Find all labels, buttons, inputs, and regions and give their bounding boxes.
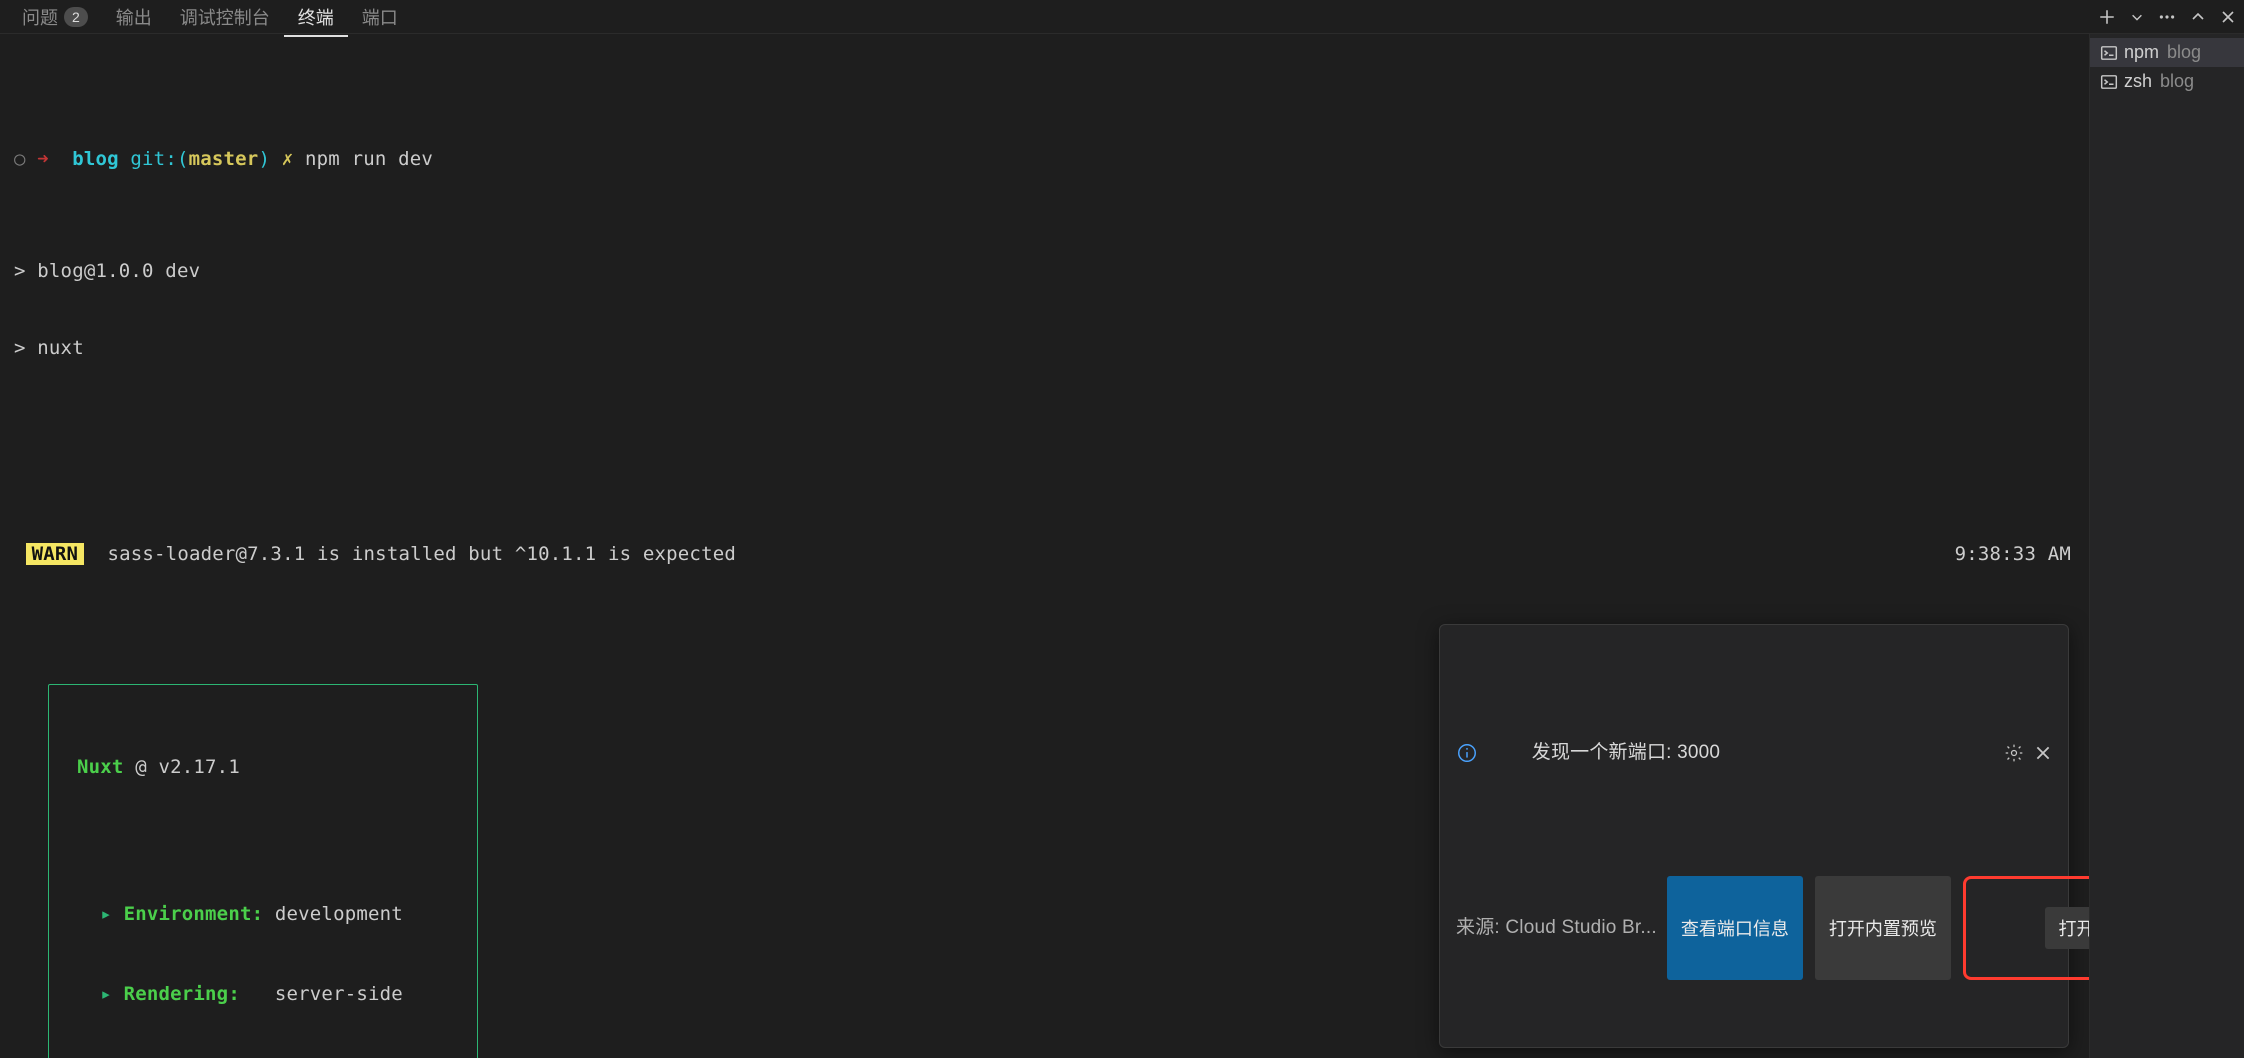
more-icon[interactable]	[2158, 8, 2176, 26]
tab-terminal[interactable]: 终端	[284, 0, 348, 37]
session-name: npm	[2124, 42, 2159, 63]
tab-label: 端口	[362, 4, 398, 30]
close-panel-icon[interactable]	[2220, 9, 2236, 25]
tab-problems[interactable]: 问题 2	[8, 0, 102, 35]
tab-label: 调试控制台	[180, 4, 270, 30]
run-line: > blog@1.0.0 dev	[14, 259, 2071, 285]
terminal-sessions-panel: npm blog zsh blog	[2089, 34, 2244, 1058]
nuxt-info-box: Nuxt @ v2.17.1 ▸ Environment: developmen…	[48, 684, 478, 1058]
session-name: zsh	[2124, 71, 2152, 92]
gear-icon[interactable]	[2004, 743, 2024, 763]
new-terminal-button[interactable]	[2098, 8, 2116, 26]
tab-output[interactable]: 输出	[102, 0, 166, 35]
terminal-session-npm[interactable]: npm blog	[2090, 38, 2244, 67]
tab-label: 终端	[298, 4, 334, 30]
terminal-session-zsh[interactable]: zsh blog	[2090, 67, 2244, 96]
terminal-icon	[2100, 44, 2118, 62]
port-discovered-toast: 发现一个新端口: 3000 来源: Cloud Studio Br... 查看端…	[1439, 624, 2069, 1048]
tab-label: 问题	[22, 4, 58, 30]
run-line: > nuxt	[14, 336, 2071, 362]
warn-line: WARN sass-loader@7.3.1 is installed but …	[14, 542, 2071, 568]
chevron-down-icon[interactable]	[2130, 10, 2144, 24]
prompt-line: ○ ➜ blog git:(master) ✗ npm run dev	[14, 147, 2071, 173]
open-browser-highlight: 打开浏览器	[1963, 876, 2089, 979]
terminal-icon	[2100, 73, 2118, 91]
toast-source-value: Cloud Studio Br...	[1505, 917, 1656, 938]
close-icon[interactable]	[2034, 744, 2052, 762]
open-preview-button[interactable]: 打开内置预览	[1815, 876, 1951, 979]
terminal-output[interactable]: ○ ➜ blog git:(master) ✗ npm run dev > bl…	[0, 34, 2089, 1058]
info-icon	[1456, 691, 1522, 816]
tab-debug-console[interactable]: 调试控制台	[166, 0, 284, 35]
open-browser-button[interactable]: 打开浏览器	[2045, 907, 2089, 949]
toast-source-label: 来源:	[1456, 917, 1505, 938]
session-sub: blog	[2160, 71, 2194, 92]
view-port-info-button[interactable]: 查看端口信息	[1667, 876, 1803, 979]
session-sub: blog	[2167, 42, 2201, 63]
problems-badge: 2	[64, 7, 88, 27]
tab-label: 输出	[116, 4, 152, 30]
maximize-panel-icon[interactable]	[2190, 9, 2206, 25]
toast-title: 发现一个新端口: 3000	[1532, 740, 1994, 766]
tab-ports[interactable]: 端口	[348, 0, 412, 35]
